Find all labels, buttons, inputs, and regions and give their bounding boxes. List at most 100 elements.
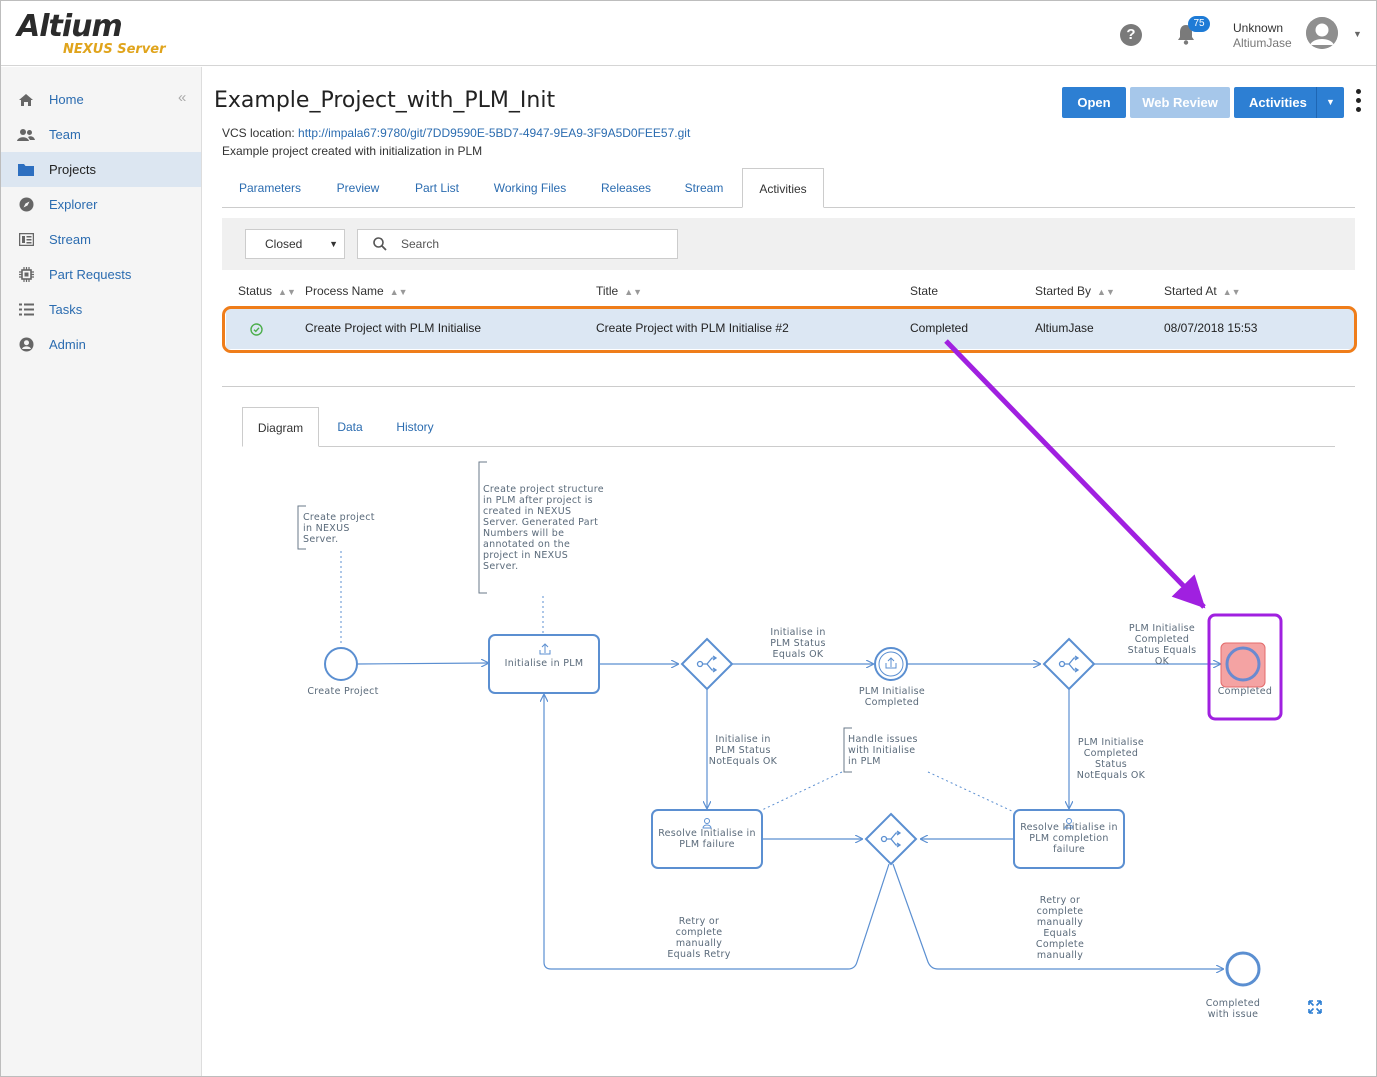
edge-complete-manually: Retry or complete manually Equals Comple… [1010, 895, 1110, 961]
tab-parameters[interactable]: Parameters [222, 168, 318, 208]
status-filter-select[interactable]: Closed ▼ [245, 229, 345, 259]
node-label-line: Resolve Initialise in [658, 828, 756, 839]
column-header-started-at[interactable]: Started At ▲▼ [1164, 284, 1241, 298]
vcs-link[interactable]: http://impala67:9780/git/7DD9590E-5BD7-4… [298, 126, 690, 140]
filter-bar: Closed ▼ Search [222, 218, 1355, 270]
tab-data[interactable]: Data [326, 407, 374, 447]
sidebar-item-label: Home [49, 92, 84, 107]
annotation-line: Server. [483, 561, 519, 572]
compass-icon [17, 197, 35, 213]
folder-icon [17, 162, 35, 178]
column-label: Started By [1035, 284, 1092, 298]
node-label-line: PLM completion [1029, 833, 1109, 844]
avatar[interactable] [1306, 17, 1338, 49]
sidebar-item-label: Tasks [49, 302, 83, 317]
chevron-down-icon: ▼ [329, 239, 338, 249]
tab-history[interactable]: History [384, 407, 446, 447]
search-icon [373, 237, 387, 251]
annotation-line: in PLM [848, 756, 881, 767]
node-initialise-in-plm[interactable]: Initialise in PLM [489, 658, 599, 669]
node-label-line: PLM Initialise [858, 686, 926, 697]
edge-label-line: Status Equals [1127, 645, 1197, 656]
sidebar: « Home Team Projects Explorer Stream Par… [1, 67, 202, 1076]
user-menu-caret-icon[interactable]: ▼ [1353, 29, 1362, 39]
sort-icon: ▲▼ [1097, 287, 1115, 297]
edge-label-line: PLM Status [715, 745, 771, 756]
column-label: Process Name [305, 284, 384, 298]
column-header-process-name[interactable]: Process Name ▲▼ [305, 284, 408, 298]
open-button[interactable]: Open [1062, 87, 1126, 118]
annotation-line: annotated on the [483, 539, 571, 550]
annotation-line: Create project structure [483, 484, 604, 495]
edge-label-line: Equals Retry [667, 949, 731, 960]
column-label: State [910, 284, 939, 298]
tab-diagram[interactable]: Diagram [242, 407, 319, 447]
tab-preview[interactable]: Preview [326, 168, 390, 208]
project-tabs: Parameters Preview Part List Working Fil… [222, 168, 1355, 208]
column-header-state: State [910, 284, 938, 298]
sidebar-item-team[interactable]: Team [1, 117, 201, 152]
expand-icon[interactable] [1308, 1000, 1322, 1014]
node-completed-with-issue[interactable]: Completed with issue [1193, 998, 1273, 1020]
search-placeholder: Search [401, 237, 440, 251]
edge-status-equals-ok: Initialise in PLM Status Equals OK [748, 627, 848, 660]
user-login[interactable]: AltiumJase [1233, 36, 1292, 50]
tab-stream[interactable]: Stream [674, 168, 734, 208]
edge-retry: Retry or complete manually Equals Retry [649, 916, 749, 960]
sort-icon: ▲▼ [278, 287, 296, 297]
more-options-icon[interactable] [1356, 89, 1362, 116]
tab-releases[interactable]: Releases [590, 168, 662, 208]
column-header-status[interactable]: Status ▲▼ [238, 284, 296, 298]
column-header-title[interactable]: Title ▲▼ [596, 284, 642, 298]
sidebar-item-admin[interactable]: Admin [1, 327, 201, 362]
edge-label-line: Status [1094, 759, 1128, 770]
node-resolve-initialise-failure[interactable]: Resolve Initialise in PLM failure [652, 828, 762, 850]
annotation-line: in PLM after project is [483, 495, 593, 506]
tab-part-list[interactable]: Part List [402, 168, 472, 208]
edge-label-line: Retry or [678, 916, 720, 927]
annotation-create-project: Create project in NEXUS Server. [303, 512, 375, 545]
column-header-started-by[interactable]: Started By ▲▼ [1035, 284, 1115, 298]
tab-working-files[interactable]: Working Files [484, 168, 576, 208]
column-label: Title [596, 284, 619, 298]
team-icon [17, 127, 35, 143]
edge-label-line: Retry or [1039, 895, 1081, 906]
node-resolve-completion-failure[interactable]: Resolve Initialise in PLM completion fai… [1014, 822, 1124, 855]
activities-dropdown-icon[interactable]: ▼ [1326, 87, 1335, 118]
sidebar-item-home[interactable]: Home [1, 82, 201, 117]
activities-button[interactable]: Activities ▼ [1234, 87, 1344, 118]
user-avatar-icon [1306, 17, 1338, 49]
sidebar-item-part-requests[interactable]: Part Requests [1, 257, 201, 292]
web-review-button[interactable]: Web Review [1130, 87, 1230, 118]
notification-badge: 75 [1188, 16, 1210, 32]
sort-icon: ▲▼ [1222, 287, 1241, 297]
sidebar-item-explorer[interactable]: Explorer [1, 187, 201, 222]
sidebar-item-stream[interactable]: Stream [1, 222, 201, 257]
edge-label-line: PLM Initialise [1128, 623, 1196, 634]
edge-label-line: NotEquals OK [708, 756, 778, 767]
annotation-line: in NEXUS [303, 523, 350, 534]
edge-label-line: Completed [1083, 748, 1139, 759]
row-highlight-box [222, 306, 1357, 353]
tab-activities[interactable]: Activities [742, 168, 824, 208]
node-label-line: Completed [1205, 998, 1261, 1009]
user-name[interactable]: Unknown [1233, 21, 1283, 35]
edge-label-line: complete [1036, 906, 1084, 917]
help-icon[interactable]: ? [1120, 24, 1142, 46]
edge-label-line: PLM Initialise [1077, 737, 1145, 748]
annotation-line: Numbers will be [483, 528, 565, 539]
edge-label-line: OK [1154, 656, 1170, 667]
sidebar-item-tasks[interactable]: Tasks [1, 292, 201, 327]
node-create-project[interactable]: Create Project [291, 686, 395, 697]
node-completed[interactable]: Completed [1210, 686, 1280, 697]
node-plm-initialise-completed[interactable]: PLM Initialise Completed [842, 686, 942, 708]
sidebar-item-projects[interactable]: Projects [1, 152, 201, 187]
annotation-line: Handle issues [848, 734, 918, 745]
annotation-plm: Create project structure in PLM after pr… [483, 484, 604, 572]
sidebar-item-label: Projects [49, 162, 96, 177]
node-label-line: Completed [864, 697, 920, 708]
search-input[interactable]: Search [357, 229, 678, 259]
edge-label-line: NotEquals OK [1076, 770, 1146, 781]
altium-logo[interactable]: Altium NEXUS Server [17, 11, 166, 57]
logo-sub-text: NEXUS Server [63, 42, 166, 57]
